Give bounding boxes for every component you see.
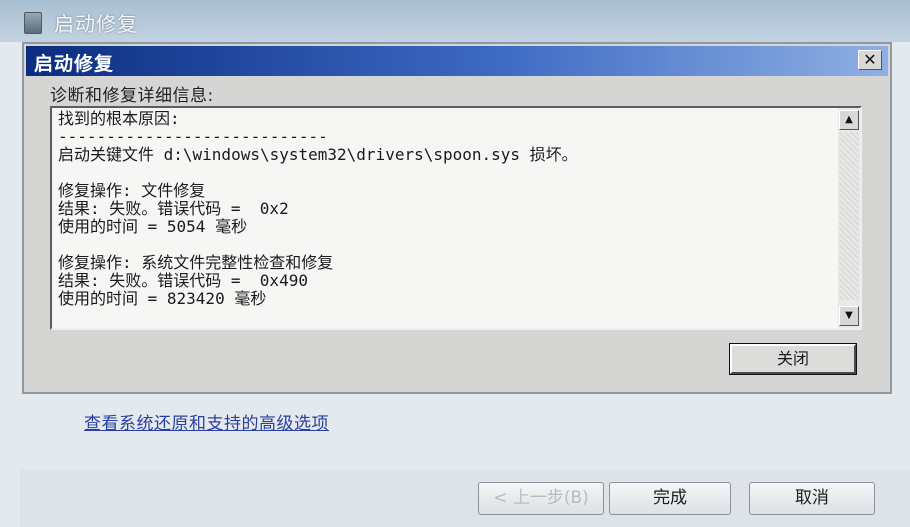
- cancel-button[interactable]: 取消: [749, 482, 875, 515]
- details-line: 使用的时间 = 5054 毫秒: [58, 217, 248, 236]
- details-line: 修复操作: 文件修复: [58, 181, 206, 200]
- finish-button[interactable]: 完成: [609, 482, 731, 515]
- dialog-title: 启动修复: [34, 53, 115, 75]
- details-line: [58, 236, 838, 254]
- details-line: 修复操作: 系统文件完整性检查和修复: [58, 253, 334, 272]
- details-line: [58, 164, 838, 182]
- advanced-options-link[interactable]: 查看系统还原和支持的高级选项: [84, 409, 329, 434]
- scroll-down-arrow-icon[interactable]: ▼: [839, 306, 859, 326]
- details-label: 诊断和修复详细信息:: [50, 86, 214, 106]
- close-button[interactable]: 关闭: [729, 343, 857, 375]
- scroll-up-arrow-icon[interactable]: ▲: [839, 110, 859, 130]
- window-titlebar: 启动修复: [0, 0, 910, 42]
- details-line: 结果: 失败。错误代码 = 0x2: [58, 199, 289, 218]
- window-title: 启动修复: [54, 12, 138, 36]
- details-line: 使用的时间 = 823420 毫秒: [58, 289, 267, 308]
- close-icon[interactable]: ✕: [858, 50, 882, 70]
- dialog-titlebar: 启动修复 ✕: [26, 46, 888, 76]
- scroll-track[interactable]: [839, 132, 859, 300]
- vertical-scrollbar[interactable]: ▲ ▼: [838, 108, 860, 328]
- details-line: ----------------------------: [58, 127, 328, 146]
- details-line: 启动关键文件 d:\windows\system32\drivers\spoon…: [58, 145, 578, 164]
- repair-details-dialog: 启动修复 ✕ 诊断和修复详细信息: 找到的根本原因: --------------…: [22, 42, 892, 394]
- details-text: 找到的根本原因: ---------------------------- 启动关键…: [58, 110, 838, 308]
- details-line: 找到的根本原因:: [58, 109, 180, 128]
- startup-repair-window: 启动修复 启动修复 ✕ 诊断和修复详细信息: 找到的根本原因: ---------…: [0, 0, 910, 527]
- back-button[interactable]: < 上一步(B): [478, 482, 604, 515]
- details-line: 结果: 失败。错误代码 = 0x490: [58, 271, 308, 290]
- details-textbox[interactable]: 找到的根本原因: ---------------------------- 启动关键…: [50, 106, 862, 330]
- repair-icon: [24, 12, 42, 34]
